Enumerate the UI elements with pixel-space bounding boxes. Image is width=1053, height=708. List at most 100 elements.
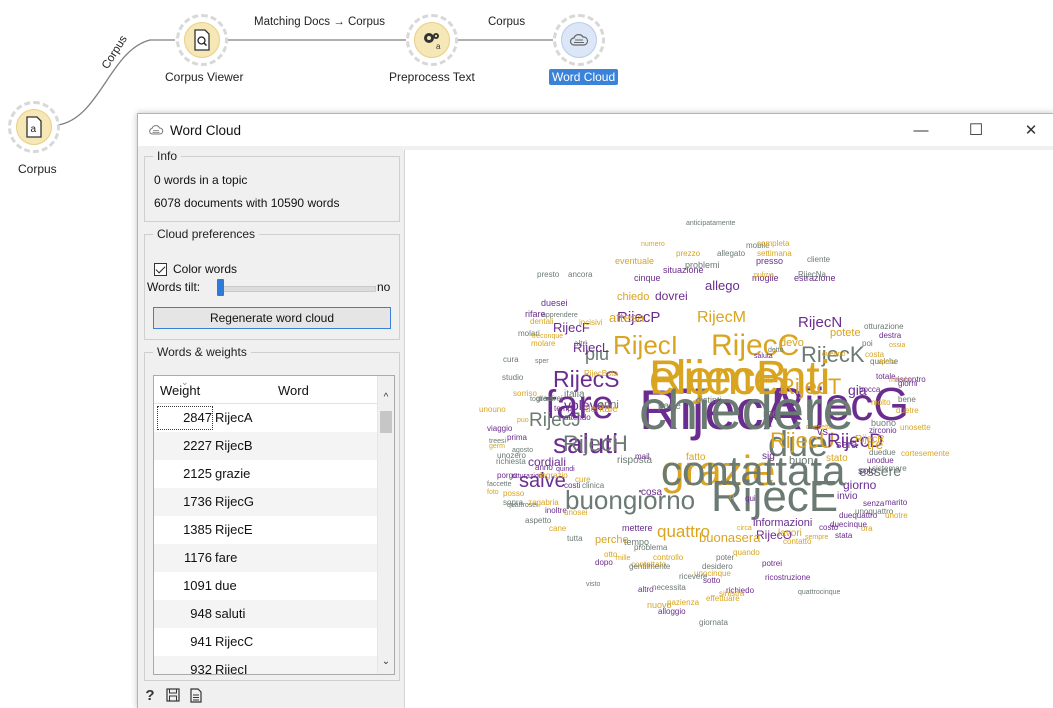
cloud-word[interactable]: duetre <box>896 406 919 415</box>
cloud-word[interactable]: sempre <box>805 534 828 541</box>
cloud-word[interactable]: poter <box>716 553 735 562</box>
table-row[interactable]: 2227 RijecB <box>154 432 379 460</box>
close-button[interactable]: ✕ <box>1008 114 1053 146</box>
cloud-word[interactable]: giorno <box>843 478 877 492</box>
cloud-word[interactable]: RijecR <box>855 434 884 445</box>
table-scrollbar[interactable]: ^ ⌄ <box>377 376 394 674</box>
cloud-word[interactable]: incisivi <box>579 318 603 327</box>
cloud-word[interactable]: treconque <box>532 333 563 340</box>
report-icon[interactable] <box>188 687 204 703</box>
cloud-word[interactable]: altri <box>574 339 587 348</box>
cloud-word[interactable]: puo <box>517 417 529 424</box>
cloud-word[interactable]: mando <box>889 377 911 384</box>
cloud-word[interactable]: togliere <box>530 396 553 403</box>
save-icon[interactable] <box>165 687 181 703</box>
table-row[interactable]: 932 RijecI <box>154 656 379 674</box>
cloud-word[interactable]: sinistra <box>719 589 745 598</box>
cloud-word[interactable]: cane <box>549 524 567 533</box>
cloud-word[interactable]: costo <box>819 523 839 532</box>
color-words-label[interactable]: Color words <box>173 262 237 276</box>
table-row[interactable]: 941 RijecC <box>154 628 379 656</box>
cloud-word[interactable]: ricostruzione <box>765 573 811 582</box>
cloud-word[interactable]: completa <box>757 239 790 248</box>
cloud-word[interactable]: cura <box>503 355 519 364</box>
cloud-word[interactable]: settimana <box>757 249 792 258</box>
cloud-word[interactable]: viaggio <box>487 424 513 433</box>
cloud-word[interactable]: altro <box>638 585 654 594</box>
cloud-word[interactable]: sper <box>535 358 549 365</box>
cloud-word[interactable]: unosette <box>900 423 931 432</box>
cloud-word[interactable]: pazienza <box>667 598 700 607</box>
cloud-word[interactable]: unosei <box>564 508 588 517</box>
table-row[interactable]: 1736 RijecG <box>154 488 379 516</box>
cloud-word[interactable]: potrei <box>762 559 782 568</box>
cloud-word[interactable]: duedue <box>869 448 896 457</box>
cloud-word[interactable]: marito <box>885 498 908 507</box>
cloud-word[interactable]: numero <box>641 241 665 248</box>
cloud-word[interactable]: eventuale <box>615 256 654 266</box>
scroll-down-icon[interactable]: ⌄ <box>378 654 394 670</box>
preprocess-text-node[interactable]: a <box>406 14 458 66</box>
table-row[interactable]: 2847 RijecA <box>154 404 379 432</box>
color-words-checkbox[interactable] <box>154 263 167 276</box>
cloud-word[interactable]: mettere <box>622 523 653 533</box>
words-tilt-slider-track[interactable] <box>218 286 376 292</box>
cloud-word[interactable]: alloggio <box>658 607 686 616</box>
cloud-word[interactable]: chiedo <box>617 291 649 303</box>
cloud-word[interactable]: aspetto <box>525 516 552 525</box>
cloud-word[interactable]: attendo <box>564 413 591 422</box>
cloud-word[interactable]: controllo <box>653 553 684 562</box>
cloud-word[interactable]: germ <box>489 443 505 450</box>
cloud-word[interactable]: otturazione <box>864 322 904 331</box>
cloud-word[interactable]: foto <box>487 489 499 496</box>
cloud-word[interactable]: molto <box>871 398 891 407</box>
cloud-word[interactable]: devo <box>780 337 804 349</box>
cloud-word[interactable]: unotre <box>885 511 908 520</box>
cloud-word[interactable]: RijecBsta <box>584 369 618 378</box>
cloud-word[interactable]: faccette <box>487 481 512 488</box>
cloud-word[interactable]: circa <box>737 525 752 532</box>
minimize-button[interactable]: — <box>898 114 944 146</box>
cloud-word[interactable]: quindi <box>556 466 575 473</box>
corpus-viewer-node[interactable] <box>176 14 228 66</box>
cloud-word[interactable]: molare <box>531 339 556 348</box>
cloud-word[interactable]: tutta <box>567 534 583 543</box>
cloud-word[interactable]: prezzo <box>676 249 701 258</box>
cloud-word[interactable]: RijecM <box>697 309 746 326</box>
cloud-word[interactable]: allegato <box>717 249 746 258</box>
scrollbar-thumb[interactable] <box>380 411 392 433</box>
maximize-button[interactable]: ☐ <box>953 114 999 146</box>
cloud-word[interactable]: spesa <box>878 359 897 366</box>
cloud-word[interactable]: apprendere <box>542 312 578 319</box>
cloud-word[interactable]: bocca <box>859 385 881 394</box>
cloud-word[interactable]: sistemare <box>872 464 907 473</box>
cloud-word[interactable]: contattata <box>661 447 846 494</box>
word-cloud-area[interactable]: RijecA RijecB grazie RijecG RijecE fare due sal… <box>404 150 1053 708</box>
cloud-word[interactable]: otturazioni <box>512 473 545 480</box>
cloud-word[interactable]: situazione <box>663 265 704 275</box>
cloud-word[interactable]: mille <box>616 555 630 562</box>
cloud-word[interactable]: dovrei <box>655 289 688 303</box>
cloud-word[interactable]: quando <box>733 548 760 557</box>
window-titlebar[interactable]: Word Cloud — ☐ ✕ <box>138 114 1053 146</box>
cloud-word[interactable]: dopo <box>595 558 613 567</box>
cloud-word[interactable]: pulizia <box>754 272 774 279</box>
cloud-word[interactable]: ossia <box>889 342 905 349</box>
table-row[interactable]: 1091 due <box>154 572 379 600</box>
cloud-word[interactable]: gentilmente <box>629 562 671 571</box>
cloud-word[interactable]: ancora <box>568 270 593 279</box>
cloud-word[interactable]: problema <box>634 543 668 552</box>
column-header-word[interactable]: Word <box>278 376 309 403</box>
corpus-node[interactable]: a <box>8 101 60 153</box>
cloud-word[interactable]: cinque <box>634 273 661 283</box>
column-header-weight[interactable]: Weight <box>160 376 200 403</box>
table-row[interactable]: 1385 RijecE <box>154 516 379 544</box>
cloud-word[interactable]: destra <box>879 331 902 340</box>
cloud-word[interactable]: unodue <box>867 456 894 465</box>
cloud-word[interactable]: presto <box>537 270 560 279</box>
cloud-word[interactable]: zirconio <box>869 426 897 435</box>
cloud-word[interactable]: tempi <box>554 404 574 413</box>
cloud-word[interactable]: necessita <box>652 583 686 592</box>
cloud-word[interactable]: senza <box>863 499 885 508</box>
cloud-word[interactable]: cortesemente <box>901 449 950 458</box>
